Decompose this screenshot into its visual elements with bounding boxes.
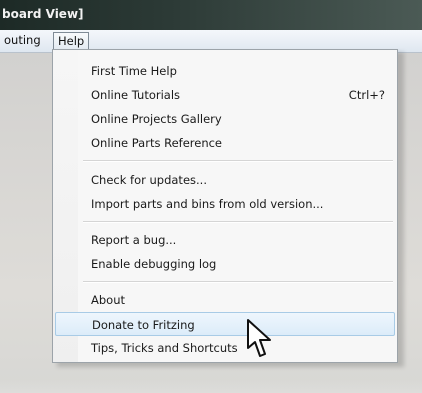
menu-separator [83,281,393,283]
menu-item-label: Donate to Fritzing [92,318,195,332]
menu-routing[interactable]: outing [0,32,45,48]
window-titlebar: board View] [0,0,422,30]
menu-item-label: Online Projects Gallery [91,112,222,126]
menu-item-import-parts-and-bins[interactable]: Import parts and bins from old version..… [55,192,395,216]
menu-item-tips-tricks-and-shortcuts[interactable]: Tips, Tricks and Shortcuts [55,336,395,360]
menu-item-report-a-bug[interactable]: Report a bug... [55,228,395,252]
menu-item-first-time-help[interactable]: First Time Help [55,59,395,83]
menu-item-enable-debugging-log[interactable]: Enable debugging log [55,252,395,276]
window-title: board View] [2,7,84,21]
menu-item-label: Online Tutorials [91,88,181,102]
menu-item-label: About [91,293,126,307]
menu-item-online-tutorials[interactable]: Online Tutorials Ctrl+? [55,83,395,107]
menu-item-online-parts-reference[interactable]: Online Parts Reference [55,131,395,155]
menu-item-label: Report a bug... [91,233,177,247]
menu-item-label: Enable debugging log [91,257,217,271]
menu-separator [83,160,393,162]
mouse-pointer-icon [247,319,271,357]
menu-separator [83,221,393,223]
menu-item-online-projects-gallery[interactable]: Online Projects Gallery [55,107,395,131]
menu-item-donate-to-fritzing[interactable]: Donate to Fritzing [55,312,395,336]
menu-item-label: First Time Help [91,64,177,78]
menu-item-about[interactable]: About [55,288,395,312]
menu-item-label: Online Parts Reference [91,136,223,150]
menu-item-label: Import parts and bins from old version..… [91,197,324,211]
menu-item-label: Check for updates... [91,173,207,187]
menu-item-label: Tips, Tricks and Shortcuts [91,341,238,355]
bottom-workspace-strip [0,379,422,393]
menu-help[interactable]: Help [53,32,90,50]
menu-item-shortcut: Ctrl+? [348,88,385,102]
menu-item-check-for-updates[interactable]: Check for updates... [55,168,395,192]
help-dropdown-menu: First Time Help Online Tutorials Ctrl+? … [52,49,398,363]
